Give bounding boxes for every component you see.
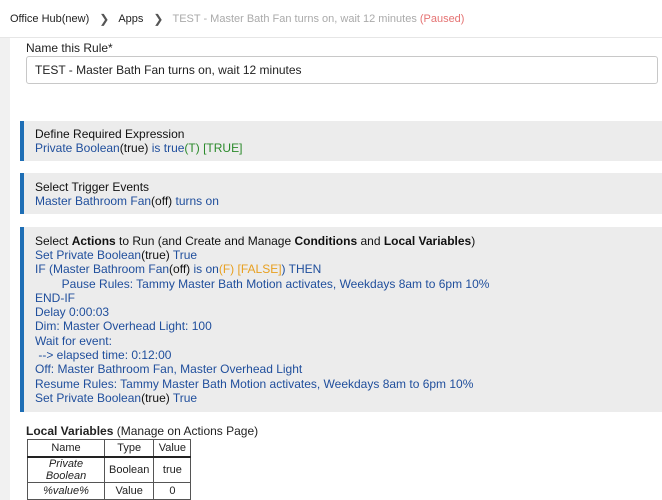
variable-name-cell: %value% <box>27 481 105 500</box>
action-line: Wait for event: <box>35 333 112 348</box>
action-line: --> elapsed time: 0:12:00 <box>35 348 172 363</box>
actions-title-part: ) <box>471 234 476 248</box>
local-variables-table: Name Type Value Private Boolean Boolean … <box>27 439 192 500</box>
variable-type-cell: Boolean <box>103 456 155 483</box>
action-text: IF (Master Bathroom Fan <box>35 262 170 277</box>
conditions-title-bold: Conditions <box>294 234 358 248</box>
rule-name-label: Name this Rule* <box>26 41 113 55</box>
table-row: Private Boolean Boolean true <box>27 456 192 483</box>
variable-name-cell: Private Boolean <box>27 456 105 483</box>
actions-title-part: and <box>357 234 384 248</box>
action-var-state: (true) <box>141 390 170 405</box>
condition-result: (F) [FALSE] <box>218 262 282 277</box>
chevron-right-icon: ❯ <box>99 11 110 26</box>
breadcrumb: Office Hub(new) ❯ Apps ❯ TEST - Master B… <box>0 0 662 38</box>
local-variables-heading: Local Variables (Manage on Actions Page) <box>26 424 258 438</box>
table-row: %value% Value 0 <box>27 481 192 500</box>
action-text: Set Private Boolean <box>35 390 142 405</box>
trigger-condition: turns on <box>172 194 219 208</box>
trigger-events-title: Select Trigger Events <box>35 180 150 194</box>
column-header-type: Type <box>103 439 155 458</box>
action-line: Set Private Boolean(true) True <box>35 391 662 405</box>
required-expression-line: Private Boolean(true) is true(T) [TRUE] <box>35 141 662 155</box>
breadcrumb-current-rule: TEST - Master Bath Fan turns on, wait 12… <box>172 12 417 25</box>
local-variables-title-bold: Local Variables <box>383 234 472 248</box>
paused-status: (Paused) <box>419 12 465 25</box>
expr-condition: is true <box>148 141 185 155</box>
rule-name-input[interactable] <box>26 56 658 84</box>
breadcrumb-hub[interactable]: Office Hub(new) <box>10 13 89 25</box>
action-device-state: (off) <box>169 262 191 277</box>
local-variables-title: Local Variables <box>26 424 114 438</box>
action-line: Pause Rules: Tammy Master Bath Motion ac… <box>35 276 490 291</box>
trigger-device: Master Bathroom Fan <box>35 194 152 208</box>
action-line: Delay 0:00:03 <box>35 305 110 320</box>
actions-title: Select Actions to Run (and Create and Ma… <box>35 234 662 248</box>
action-line: Resume Rules: Tammy Master Bath Motion a… <box>35 376 474 391</box>
actions-title-part: Select <box>35 234 72 248</box>
trigger-events-section[interactable]: Select Trigger Events Master Bathroom Fa… <box>20 173 662 214</box>
action-text: True <box>169 390 198 405</box>
chevron-right-icon: ❯ <box>153 11 164 26</box>
trigger-event-line: Master Bathroom Fan(off) turns on <box>35 194 662 208</box>
required-expression-title: Define Required Expression <box>35 127 185 141</box>
action-text: True <box>169 248 198 262</box>
left-gutter <box>0 38 10 500</box>
trigger-device-state: (off) <box>151 194 173 208</box>
action-line: Off: Master Bathroom Fan, Master Overhea… <box>35 362 303 377</box>
actions-section[interactable]: Select Actions to Run (and Create and Ma… <box>20 227 662 412</box>
required-expression-section[interactable]: Define Required Expression Private Boole… <box>20 121 662 161</box>
local-variables-manage-note: (Manage on Actions Page) <box>113 424 259 438</box>
action-text: is on <box>190 262 219 277</box>
action-text: Set Private Boolean <box>35 248 142 262</box>
expr-result: (T) [TRUE] <box>184 141 243 155</box>
variable-value-cell: 0 <box>153 481 192 500</box>
action-line: END-IF <box>35 290 75 305</box>
actions-title-part: to Run (and Create and Manage <box>115 234 295 248</box>
expr-var-state: (true) <box>119 141 149 155</box>
column-header-name: Name <box>27 439 105 458</box>
action-text: ) THEN <box>281 262 322 277</box>
breadcrumb-apps[interactable]: Apps <box>118 13 143 25</box>
expr-var: Private Boolean <box>35 141 120 155</box>
actions-title-bold: Actions <box>71 234 116 248</box>
variable-value-cell: true <box>153 456 192 483</box>
action-line: IF (Master Bathroom Fan(off) is on(F) [F… <box>35 262 662 276</box>
action-line: Dim: Master Overhead Light: 100 <box>35 319 212 334</box>
column-header-value: Value <box>153 439 192 458</box>
variable-type-cell: Value <box>103 481 155 500</box>
action-line: Set Private Boolean(true) True <box>35 248 662 262</box>
action-var-state: (true) <box>141 248 170 262</box>
